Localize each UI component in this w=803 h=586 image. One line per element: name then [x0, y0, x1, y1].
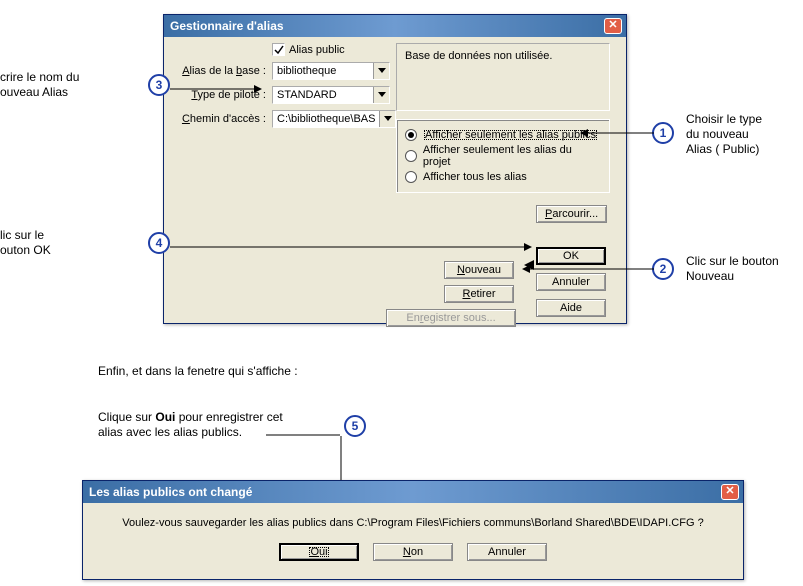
alias-manager-window: Gestionnaire d'alias ✕ Alias public Alia… [163, 14, 627, 324]
arrow-2b [524, 260, 534, 270]
dialog-message: Voulez-vous sauvegarder les alias public… [95, 517, 731, 529]
callout-5: 5 [344, 415, 366, 437]
chevron-down-icon[interactable] [373, 63, 389, 79]
after-text: Enfin, et dans la fenetre qui s'affiche … [98, 364, 298, 379]
window-titlebar: Gestionnaire d'alias ✕ [164, 15, 626, 37]
annot-1: Choisir le type du nouveau Alias ( Publi… [686, 112, 762, 157]
arrow-1 [580, 128, 654, 138]
alias-base-label: Alias de la base : [170, 65, 266, 77]
alias-base-dropdown[interactable] [272, 62, 390, 80]
dialog-titlebar: Les alias publics ont changé ✕ [83, 481, 743, 503]
annot-5: Clique sur Oui pour enregistrer cet alia… [98, 410, 283, 440]
radio-projet[interactable] [405, 150, 417, 162]
alias-base-input[interactable] [273, 63, 373, 79]
oui-button[interactable]: Oui [279, 543, 359, 561]
arrow-3 [170, 84, 262, 94]
type-pilote-input[interactable] [273, 87, 373, 103]
dialog-annuler-button[interactable]: Annuler [467, 543, 547, 561]
close-icon[interactable]: ✕ [721, 484, 739, 500]
type-pilote-dropdown[interactable] [272, 86, 390, 104]
radio-projet-label: Afficher seulement les alias du projet [423, 144, 601, 168]
alias-public-label: Alias public [289, 44, 345, 56]
usage-box: Base de données non utilisée. [396, 43, 610, 111]
chevron-down-icon[interactable] [373, 87, 389, 103]
retirer-button[interactable]: Retirer [444, 285, 514, 303]
nouveau-button[interactable]: Nouveau [444, 261, 514, 279]
annot-4: lic sur le outon OK [0, 228, 51, 258]
filter-radio-group: Afficher seulement les alias publics Aff… [396, 119, 610, 193]
callout-1: 1 [652, 122, 674, 144]
radio-tous[interactable] [405, 171, 417, 183]
aide-button[interactable]: Aide [536, 299, 606, 317]
arrow-4 [170, 242, 532, 252]
enregistrer-sous-button: Enregistrer sous... [386, 309, 516, 327]
radio-tous-label: Afficher tous les alias [423, 171, 527, 183]
annot-2: Clic sur le bouton Nouveau [686, 254, 779, 284]
callout-4: 4 [148, 232, 170, 254]
alias-public-checkbox[interactable] [272, 43, 285, 56]
annot-3: crire le nom du ouveau Alias [0, 70, 120, 100]
close-icon[interactable]: ✕ [604, 18, 622, 34]
usage-text: Base de données non utilisée. [405, 50, 552, 62]
chemin-input[interactable] [273, 111, 379, 127]
chemin-label: Chemin d'accès : [170, 113, 266, 125]
non-button[interactable]: Non [373, 543, 453, 561]
chemin-dropdown[interactable] [272, 110, 396, 128]
radio-publics-label: Afficher seulement les alias publics [423, 129, 598, 141]
callout-3: 3 [148, 74, 170, 96]
ok-button[interactable]: OK [536, 247, 606, 265]
chevron-down-icon[interactable] [379, 111, 395, 127]
parcourir-button[interactable]: Parcourir... [536, 205, 607, 223]
window-title: Gestionnaire d'alias [170, 19, 284, 33]
callout-2: 2 [652, 258, 674, 280]
dialog-title: Les alias publics ont changé [89, 485, 252, 499]
radio-publics[interactable] [405, 129, 417, 141]
annuler-button[interactable]: Annuler [536, 273, 606, 291]
arrow-5-h [266, 433, 340, 437]
arrow-2a [522, 264, 654, 274]
alias-changed-dialog: Les alias publics ont changé ✕ Voulez-vo… [82, 480, 744, 580]
